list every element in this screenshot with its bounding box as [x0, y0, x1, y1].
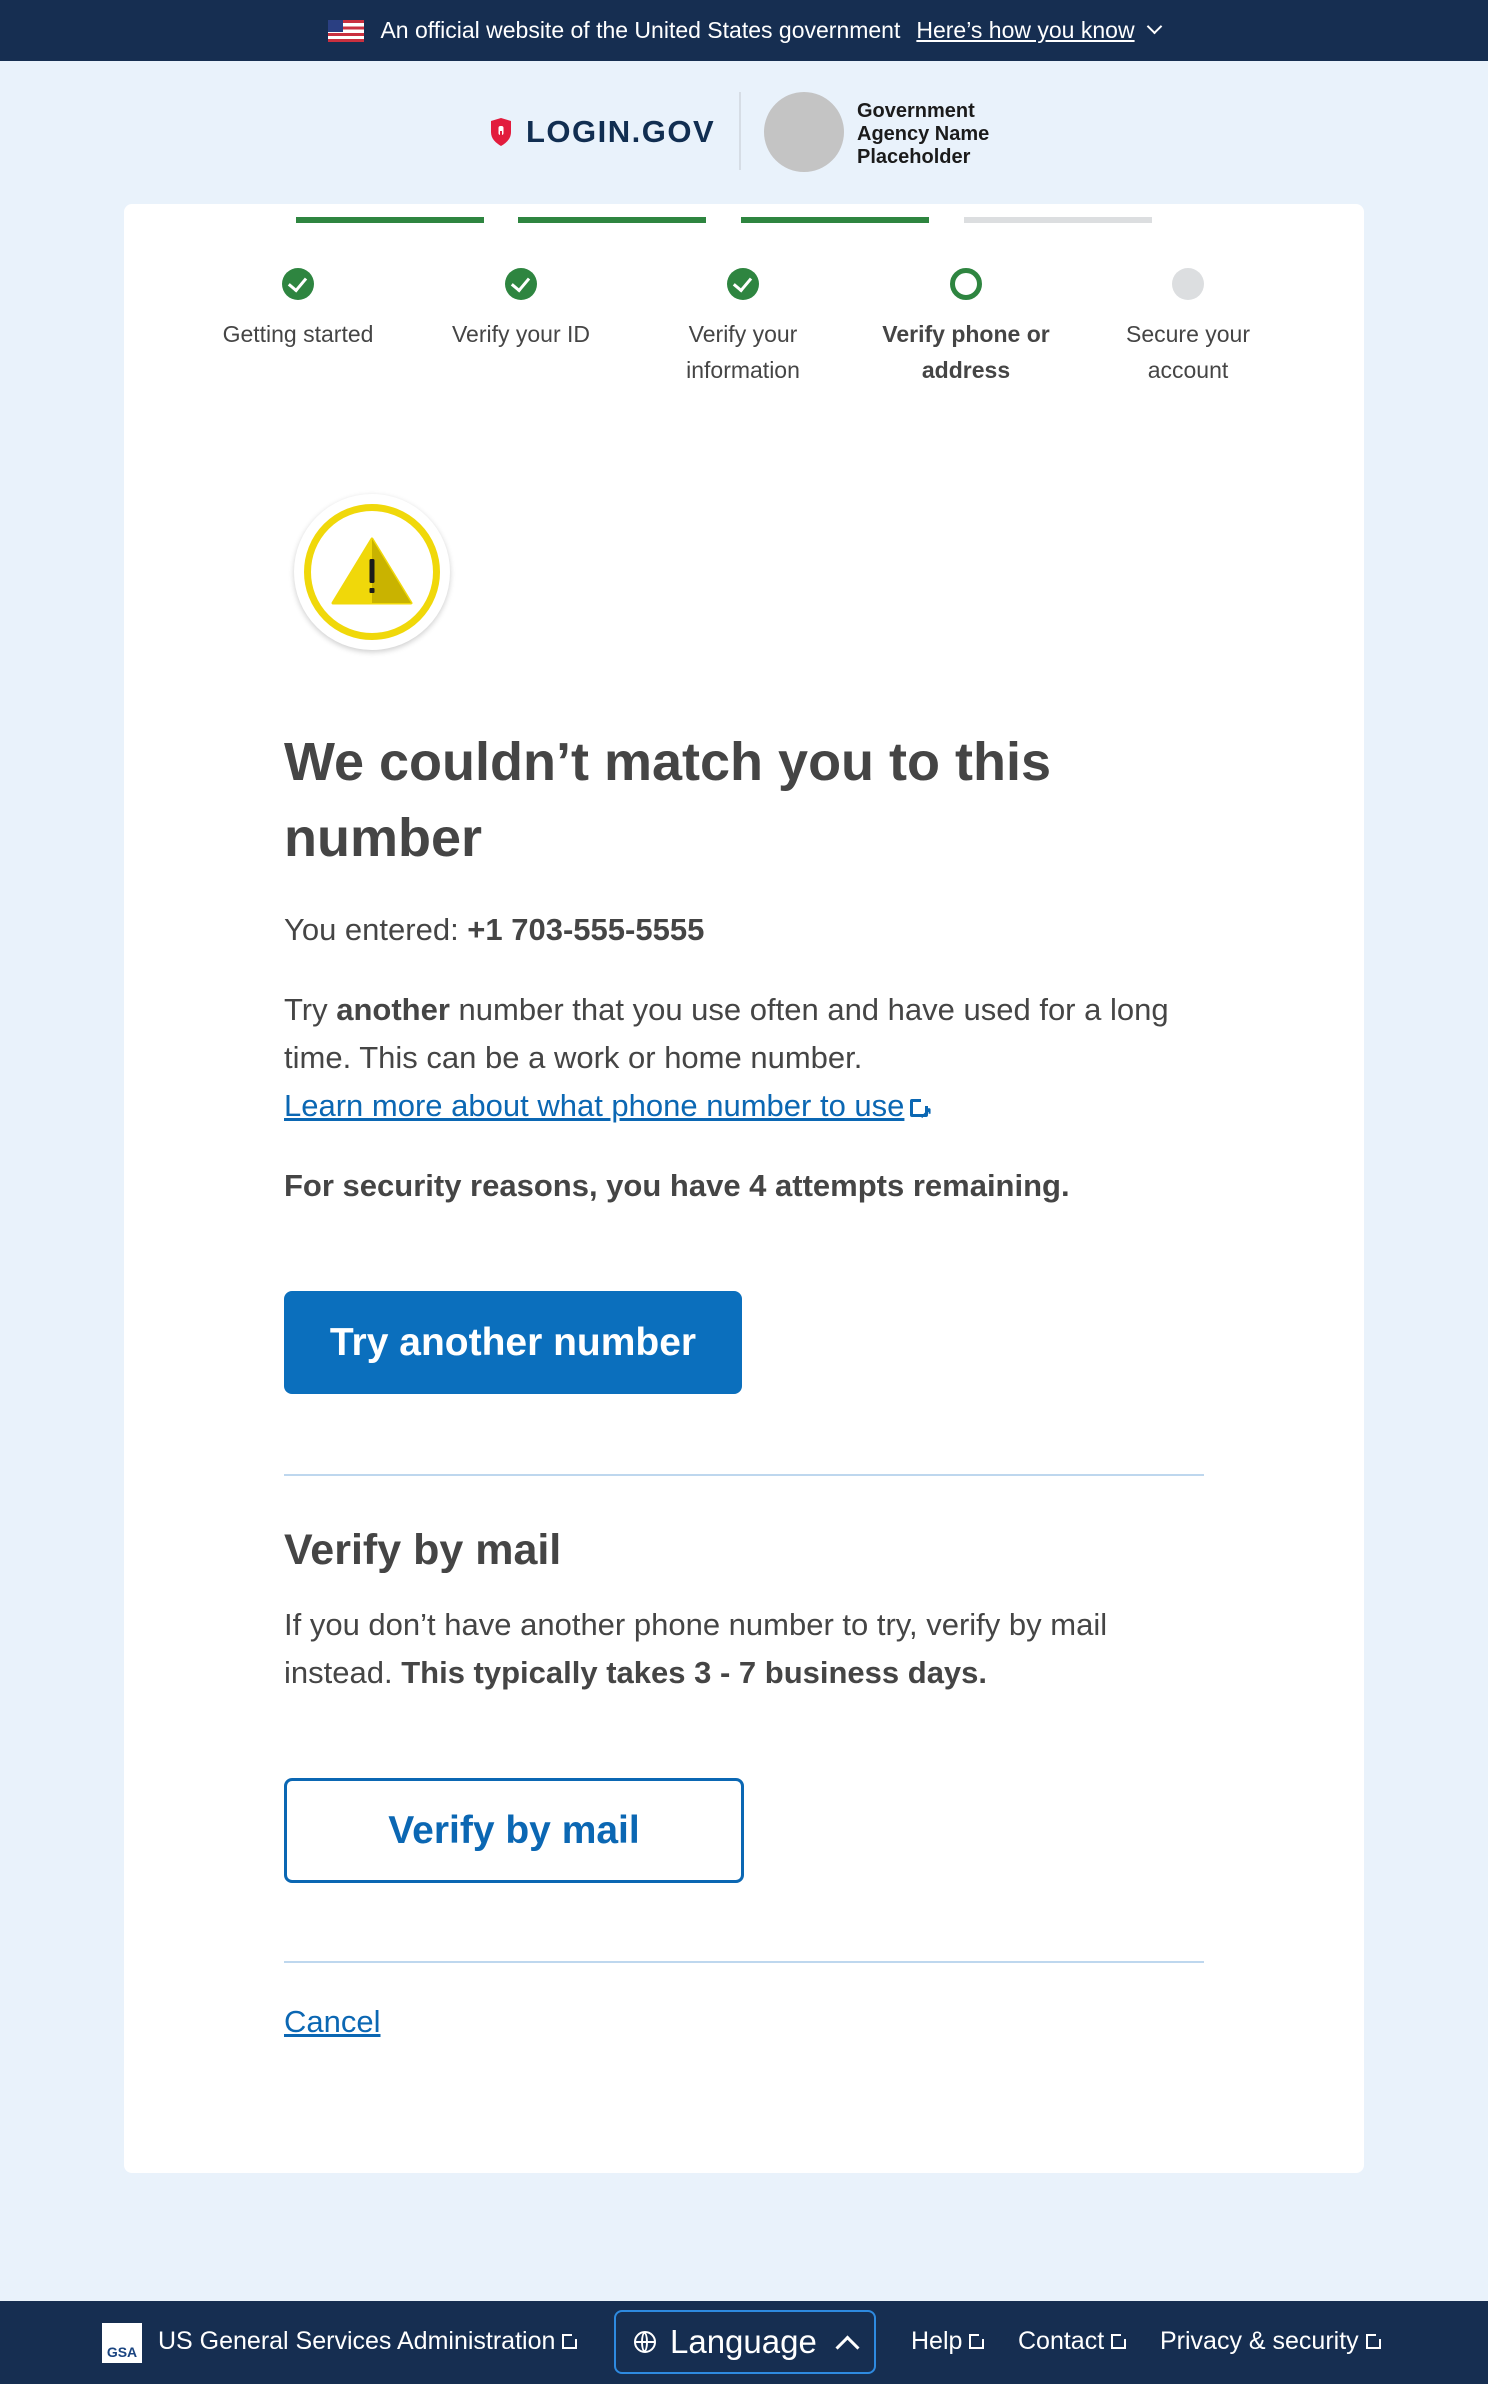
gov-banner-text: An official website of the United States… [380, 17, 901, 43]
external-link-icon [1365, 2332, 1383, 2349]
agency-name-line: Government [857, 100, 975, 122]
learn-more-text: Learn more about what phone number to us… [284, 1088, 905, 1123]
footer-contact-text: Contact [1018, 2327, 1105, 2355]
step-label-getting-started: Getting started [198, 316, 398, 352]
header-divider [739, 92, 741, 170]
globe-icon [634, 2331, 656, 2353]
step-complete-icon [727, 268, 759, 300]
shield-icon [491, 118, 511, 146]
agency-name-line: Agency Name [857, 123, 990, 145]
step-label-line: account [1147, 357, 1229, 383]
step-label-line: address [921, 357, 1011, 383]
verify-by-mail-heading: Verify by mail [284, 1526, 562, 1574]
try-bold: another [336, 992, 450, 1027]
cancel-link[interactable]: Cancel [284, 2004, 381, 2039]
step-label-line: Verify phone or [882, 321, 1050, 347]
language-label: Language [670, 2323, 817, 2360]
divider [284, 1961, 1204, 1963]
learn-more-link[interactable]: Learn more about what phone number to us… [284, 1088, 932, 1138]
external-link-icon [910, 1090, 932, 1138]
step-connector [296, 217, 484, 223]
step-label-verify-phone: Verify phone or address [866, 316, 1066, 388]
try-prefix: Try [284, 992, 337, 1027]
attempts-row: For security reasons, you have 4 attempt… [284, 1162, 1204, 1210]
chevron-up-icon [835, 2334, 860, 2360]
footer-gsa-link[interactable]: US General Services Administration [158, 2327, 580, 2356]
step-label-line: Verify your [688, 321, 798, 347]
step-label-line: information [686, 357, 800, 383]
footer-help-link[interactable]: Help [911, 2327, 987, 2356]
try-another-number-button[interactable]: Try another number [284, 1291, 742, 1394]
page-title-wrap: We couldn’t match you to this number [284, 724, 1204, 876]
step-connector [741, 217, 929, 223]
try-another-paragraph: Try another number that you use often an… [284, 986, 1204, 1138]
login-gov-logo[interactable]: LOGIN.GOV [490, 114, 715, 150]
step-label-line: Verify your ID [451, 321, 591, 347]
step-current-icon [950, 268, 982, 300]
us-flag-icon [328, 19, 365, 42]
step-complete-icon [505, 268, 537, 300]
gov-banner: An official website of the United States… [0, 0, 1488, 61]
mail-bold: This typically takes 3 - 7 business days… [401, 1655, 988, 1690]
step-incomplete-icon [1172, 268, 1204, 300]
chevron-down-icon[interactable] [1146, 18, 1162, 35]
footer-privacy-link[interactable]: Privacy & security [1160, 2327, 1383, 2356]
site-footer: GSA US General Services Administration L… [0, 2301, 1488, 2384]
entered-number: +1 703-555-5555 [467, 912, 705, 947]
external-link-icon [1111, 2332, 1129, 2349]
step-label-line: Getting started [222, 321, 374, 347]
step-label-line: Secure your [1125, 321, 1250, 347]
footer-contact-link[interactable]: Contact [1018, 2327, 1129, 2356]
warning-triangle-icon [331, 537, 413, 605]
logo-text: LOGIN.GOV [526, 114, 716, 149]
step-label-secure-account: Secure your account [1088, 316, 1288, 388]
verify-by-mail-button[interactable]: Verify by mail [284, 1778, 744, 1883]
language-button[interactable]: Language [614, 2310, 876, 2374]
step-label-verify-id: Verify your ID [421, 316, 621, 352]
entered-number-row: You entered: +1 703-555-5555 [284, 906, 1204, 954]
warning-ring [304, 504, 440, 640]
external-link-icon [969, 2332, 987, 2349]
heres-how-you-know-link[interactable]: Here’s how you know [916, 17, 1134, 44]
step-label-verify-information: Verify your information [643, 316, 843, 388]
verify-mail-paragraph: If you don’t have another phone number t… [284, 1601, 1204, 1697]
cancel-row: Cancel [284, 1998, 1204, 2046]
footer-help-text: Help [911, 2327, 963, 2355]
agency-name: Government Agency Name Placeholder [857, 100, 1007, 169]
agency-name-line: Placeholder [857, 146, 971, 168]
entered-label: You entered: [284, 912, 468, 947]
site-header: LOGIN.GOV Government Agency Name Placeho… [0, 88, 1488, 174]
divider [284, 1474, 1204, 1476]
step-complete-icon [282, 268, 314, 300]
gsa-logo[interactable]: GSA [102, 2323, 142, 2363]
agency-logo-placeholder [764, 92, 844, 172]
page-title: We couldn’t match you to this number [284, 732, 1052, 868]
step-connector [518, 217, 706, 223]
attempts-remaining: For security reasons, you have 4 attempt… [284, 1168, 1070, 1203]
external-link-icon [562, 2332, 580, 2349]
verify-mail-heading-wrap: Verify by mail [284, 1522, 1204, 1578]
warning-icon [294, 494, 450, 650]
footer-gsa-text: US General Services Administration [158, 2327, 556, 2355]
footer-privacy-text: Privacy & security [1160, 2327, 1359, 2355]
main-card: Getting started Verify your ID Verify yo… [124, 204, 1364, 2173]
step-connector [964, 217, 1152, 223]
